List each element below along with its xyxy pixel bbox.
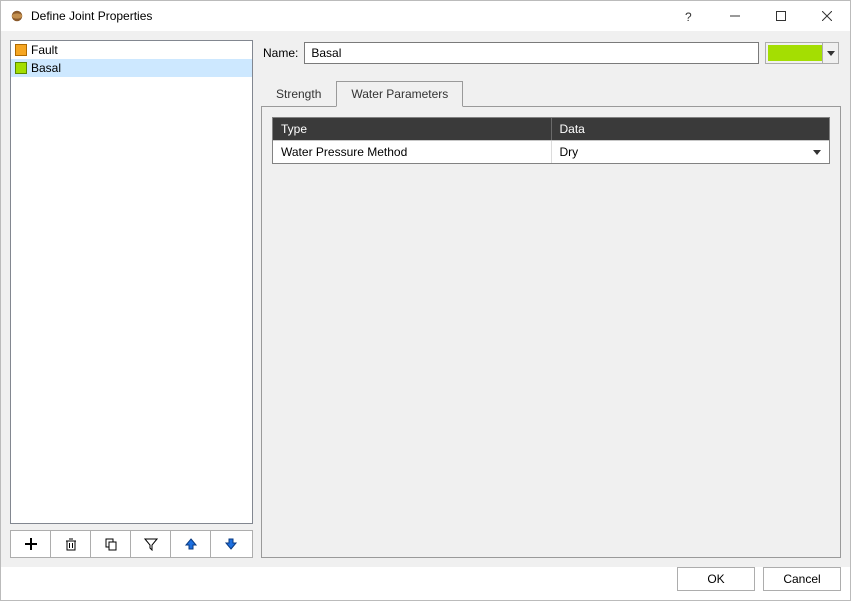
- tab-label: Water Parameters: [351, 87, 448, 101]
- svg-text:?: ?: [685, 10, 692, 23]
- color-swatch-icon: [15, 44, 27, 56]
- joint-list[interactable]: Fault Basal: [10, 40, 253, 524]
- list-item[interactable]: Basal: [11, 59, 252, 77]
- grid-header-cell: Type: [273, 118, 552, 140]
- grid-header-cell: Data: [552, 118, 830, 140]
- name-row: Name:: [261, 40, 841, 64]
- window-title: Define Joint Properties: [31, 9, 666, 23]
- window-controls: ?: [666, 1, 850, 31]
- properties-grid: Type Data Water Pressure Method Dry: [272, 117, 830, 164]
- move-down-button[interactable]: [211, 531, 251, 557]
- add-button[interactable]: [11, 531, 51, 557]
- list-item-label: Basal: [31, 61, 61, 75]
- name-label: Name:: [263, 46, 298, 60]
- dialog-footer: OK Cancel: [1, 567, 850, 600]
- dialog-body: Fault Basal: [1, 31, 850, 567]
- chevron-down-icon[interactable]: [822, 43, 838, 63]
- delete-button[interactable]: [51, 531, 91, 557]
- ok-button[interactable]: OK: [677, 567, 755, 591]
- chevron-down-icon[interactable]: [813, 150, 821, 155]
- grid-row[interactable]: Water Pressure Method Dry: [273, 140, 829, 163]
- copy-button[interactable]: [91, 531, 131, 557]
- maximize-button[interactable]: [758, 1, 804, 31]
- grid-cell-value: Dry: [560, 145, 579, 159]
- tab-label: Strength: [276, 87, 321, 101]
- color-swatch-icon: [15, 62, 27, 74]
- button-label: OK: [707, 572, 724, 586]
- tabs-row: Strength Water Parameters: [261, 80, 841, 106]
- list-item[interactable]: Fault: [11, 41, 252, 59]
- tab-strength[interactable]: Strength: [261, 81, 336, 107]
- grid-cell-type: Water Pressure Method: [273, 141, 552, 163]
- help-button[interactable]: ?: [666, 1, 712, 31]
- minimize-button[interactable]: [712, 1, 758, 31]
- grid-cell-data[interactable]: Dry: [552, 141, 830, 163]
- main-panel: Name: Strength Water Parameters: [261, 40, 841, 558]
- cancel-button[interactable]: Cancel: [763, 567, 841, 591]
- titlebar: Define Joint Properties ?: [1, 1, 850, 31]
- button-label: Cancel: [783, 572, 820, 586]
- name-input[interactable]: [304, 42, 759, 64]
- tab-pane: Type Data Water Pressure Method Dry: [261, 106, 841, 558]
- grid-header: Type Data: [273, 118, 829, 140]
- sidebar: Fault Basal: [10, 40, 253, 558]
- grid-cell-label: Water Pressure Method: [281, 145, 407, 159]
- dialog-window: Define Joint Properties ? Fault: [0, 0, 851, 601]
- color-picker[interactable]: [765, 42, 839, 64]
- tab-water-parameters[interactable]: Water Parameters: [336, 81, 463, 107]
- filter-button[interactable]: [131, 531, 171, 557]
- list-toolbar: [10, 530, 253, 558]
- move-up-button[interactable]: [171, 531, 211, 557]
- list-item-label: Fault: [31, 43, 58, 57]
- close-button[interactable]: [804, 1, 850, 31]
- app-icon: [9, 8, 25, 24]
- current-color-swatch: [768, 45, 822, 61]
